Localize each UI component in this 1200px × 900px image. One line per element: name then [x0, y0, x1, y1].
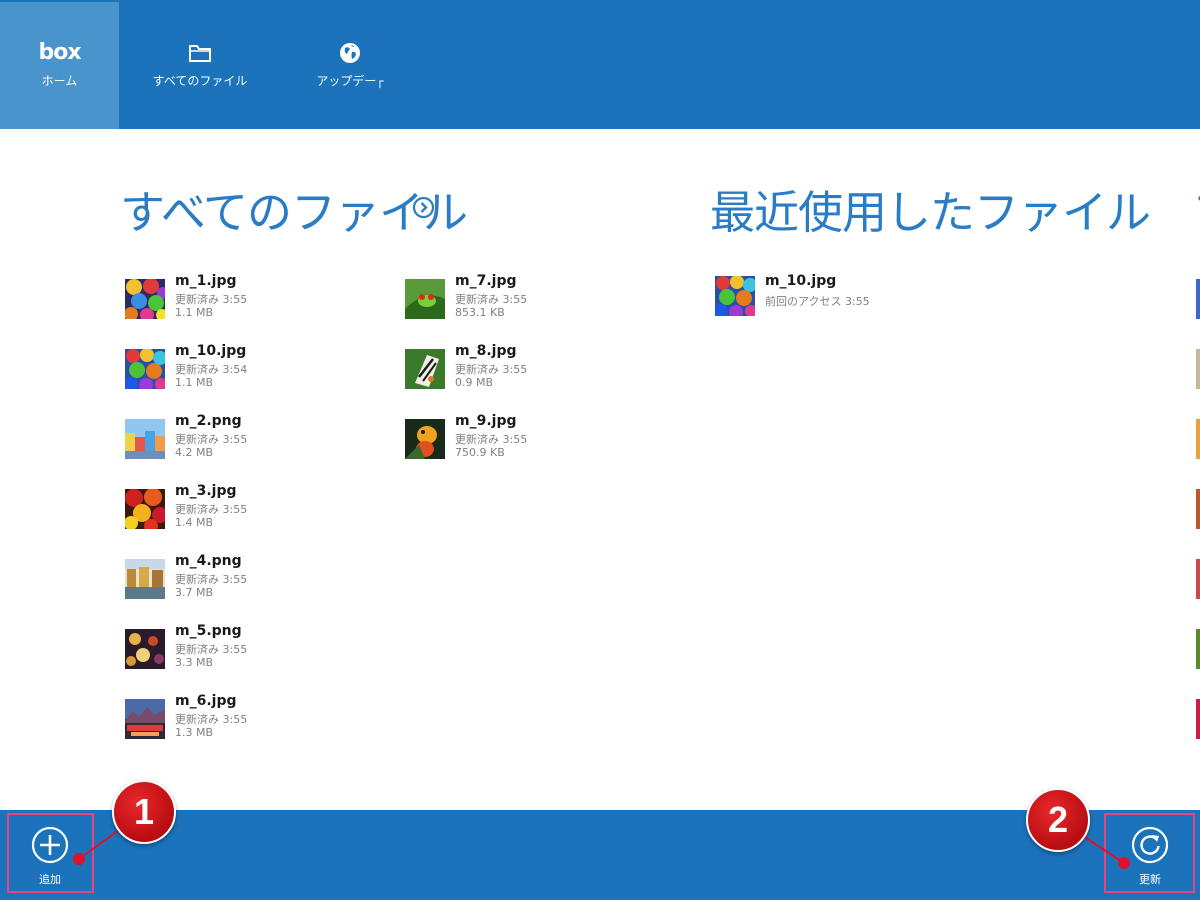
file-name: m_9.jpg [455, 413, 517, 429]
file-name: m_4.png [175, 553, 242, 569]
file-item[interactable]: m_7.jpg 更新済み 3:55 853.1 KB [405, 273, 655, 323]
file-size: 3.3 MB [175, 656, 214, 669]
peek-thumbnail [1196, 279, 1200, 319]
file-name: m_8.jpg [455, 343, 517, 359]
file-modified: 更新済み 3:55 [175, 503, 248, 516]
nav-home-label: ホーム [41, 74, 78, 88]
file-size: 750.9 KB [455, 446, 505, 459]
file-thumbnail [125, 279, 165, 319]
file-thumbnail [125, 699, 165, 739]
file-thumbnail [125, 349, 165, 389]
globe-icon [290, 40, 410, 66]
file-modified: 更新済み 3:55 [455, 363, 528, 376]
file-name: m_10.jpg [765, 273, 837, 289]
file-modified: 更新済み 3:55 [175, 643, 248, 656]
file-size: 1.3 MB [175, 726, 214, 739]
bottom-app-bar [0, 810, 1200, 900]
file-size: 1.1 MB [175, 306, 214, 319]
file-size: 1.1 MB [175, 376, 214, 389]
file-name: m_2.png [175, 413, 242, 429]
file-thumbnail [405, 279, 445, 319]
file-name: m_6.jpg [175, 693, 237, 709]
nav-home[interactable]: box ホーム [0, 2, 119, 129]
nav-all-files[interactable]: すべてのファイル [140, 2, 260, 129]
peek-thumbnail [1196, 489, 1200, 529]
file-item[interactable]: m_3.jpg 更新済み 3:55 1.4 MB [125, 483, 375, 533]
callout-dot [1118, 857, 1130, 869]
callout-highlight-refresh [1104, 813, 1195, 893]
file-item[interactable]: m_5.png 更新済み 3:55 3.3 MB [125, 623, 375, 673]
file-item[interactable]: m_9.jpg 更新済み 3:55 750.9 KB [405, 413, 655, 463]
callout-badge-1: 1 [112, 780, 176, 844]
file-item[interactable]: m_1.jpg 更新済み 3:55 1.1 MB [125, 273, 375, 323]
file-thumbnail [405, 349, 445, 389]
file-item[interactable]: m_10.jpg 更新済み 3:54 1.1 MB [125, 343, 375, 393]
file-thumbnail [125, 419, 165, 459]
file-thumbnail [715, 276, 755, 316]
peek-thumbnail [1196, 349, 1200, 389]
file-name: m_7.jpg [455, 273, 517, 289]
file-modified: 更新済み 3:55 [455, 433, 528, 446]
file-name: m_5.png [175, 623, 242, 639]
file-name: m_3.jpg [175, 483, 237, 499]
chevron-right-circle-icon[interactable] [412, 196, 435, 219]
file-modified: 更新済み 3:55 [175, 293, 248, 306]
file-modified: 更新済み 3:55 [175, 713, 248, 726]
callout-dot [73, 853, 85, 865]
nav-updates-label: アップデー┌ [316, 74, 384, 88]
peek-thumbnail [1196, 419, 1200, 459]
nav-updates[interactable]: アップデー┌ [290, 2, 410, 129]
next-section-heading-peek: フ [1192, 176, 1200, 241]
peek-thumbnail [1196, 559, 1200, 599]
file-thumbnail [125, 559, 165, 599]
file-modified: 更新済み 3:54 [175, 363, 248, 376]
file-size: 3.7 MB [175, 586, 214, 599]
peek-thumbnail [1196, 629, 1200, 669]
file-modified: 更新済み 3:55 [175, 573, 248, 586]
file-item[interactable]: m_4.png 更新済み 3:55 3.7 MB [125, 553, 375, 603]
file-name: m_1.jpg [175, 273, 237, 289]
file-item[interactable]: m_8.jpg 更新済み 3:55 0.9 MB [405, 343, 655, 393]
recent-file-item[interactable]: m_10.jpg 前回のアクセス 3:55 [715, 273, 965, 320]
file-item[interactable]: m_6.jpg 更新済み 3:55 1.3 MB [125, 693, 375, 743]
file-item[interactable]: m_2.png 更新済み 3:55 4.2 MB [125, 413, 375, 463]
box-logo: box [38, 40, 81, 65]
file-size: 853.1 KB [455, 306, 505, 319]
file-thumbnail [405, 419, 445, 459]
recent-files-heading[interactable]: 最近使用したファイル [710, 176, 1151, 241]
peek-thumbnail [1196, 699, 1200, 739]
nav-all-files-label: すべてのファイル [152, 74, 248, 88]
file-size: 1.4 MB [175, 516, 214, 529]
file-name: m_10.jpg [175, 343, 247, 359]
callout-badge-2: 2 [1026, 788, 1090, 852]
file-last-accessed: 前回のアクセス 3:55 [765, 295, 870, 308]
file-size: 0.9 MB [455, 376, 494, 389]
file-thumbnail [125, 489, 165, 529]
file-thumbnail [125, 629, 165, 669]
folder-icon [140, 40, 260, 66]
file-modified: 更新済み 3:55 [455, 293, 528, 306]
file-modified: 更新済み 3:55 [175, 433, 248, 446]
file-size: 4.2 MB [175, 446, 214, 459]
